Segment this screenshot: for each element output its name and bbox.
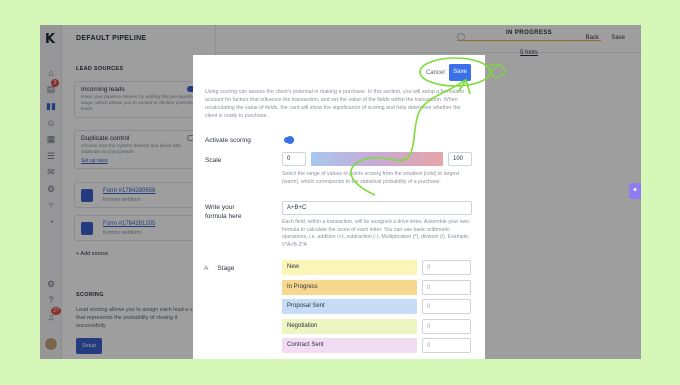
stage-row: New [282,260,417,275]
stage-score-input[interactable]: 0 [422,260,471,275]
scale-max-input[interactable]: 100 [448,152,472,166]
formula-label: Write your formula here [205,203,242,221]
stage-field-label: A Stage [204,265,234,272]
modal-save-button[interactable]: Save [449,64,471,81]
scoring-modal: Cancel Save Using scoring can assess the… [193,55,485,359]
scoring-intro: Using scoring can assess the client's po… [205,89,465,119]
assistant-tab-icon[interactable]: ✦ [629,183,641,199]
scale-min-input[interactable]: 0 [282,152,306,166]
stage-label-text: Stage [217,265,235,272]
scale-gradient-bar [311,152,443,166]
stage-row: Negotiation [282,318,417,334]
formula-label-line2: formula here [205,213,242,220]
formula-label-line1: Write your [205,204,235,211]
activate-scoring-label: Activate scoring [205,137,251,144]
formula-help: Each field, within a transaction, will b… [282,219,470,248]
stage-row: In Progress [282,279,417,295]
stage-score-input[interactable]: 0 [422,279,471,295]
activate-scoring-toggle[interactable] [284,136,294,144]
scale-help: Select the range of values of points sco… [282,171,460,185]
scale-label: Scale [205,157,222,164]
modal-cancel-button[interactable]: Cancel [426,70,445,76]
stage-score-input[interactable]: 0 [422,338,471,353]
stage-row: Contract Sent [282,338,417,353]
stage-score-input[interactable]: 0 [422,318,471,334]
stage-row: Proposal Sent [282,299,417,314]
stage-score-input[interactable]: 0 [422,299,471,314]
formula-input[interactable]: A+B+C [282,201,472,215]
stage-letter: A [204,265,209,272]
